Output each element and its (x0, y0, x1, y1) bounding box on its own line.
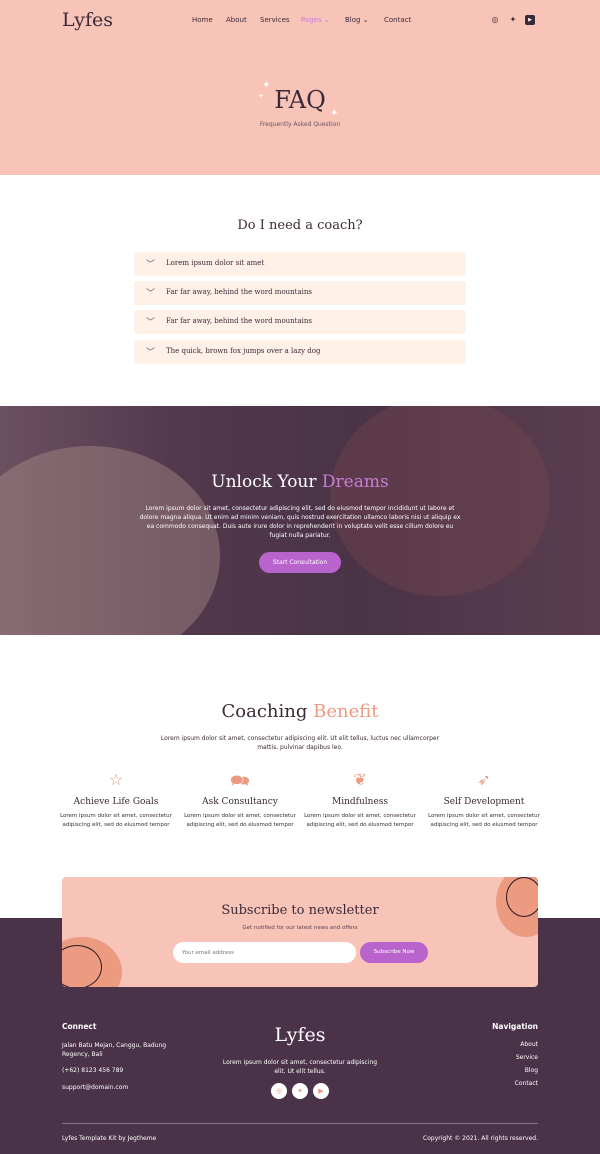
benefit-item-title: Ask Consultancy (202, 797, 278, 807)
chevron-down-icon: ﹀ (146, 348, 156, 358)
benefit-item-text: Lorem ipsum dolor sit amet, consectetur … (60, 813, 172, 828)
page-title: FAQ (274, 86, 326, 114)
faq-item[interactable]: ﹀ Lorem ipsum dolor sit amet (134, 252, 466, 276)
footer-divider (62, 1123, 538, 1124)
newsletter-card: Subscribe to newsletter Get notified for… (62, 877, 538, 987)
chevron-down-icon: ⌄ (362, 16, 369, 24)
instagram-icon[interactable]: ◎ (490, 15, 500, 25)
benefit-item-text: Lorem ipsum dolor sit amet, consectetur … (184, 813, 296, 828)
hero-title: Unlock Your Dreams (0, 472, 600, 492)
footer-about: Lorem ipsum dolor sit amet, consectetur … (222, 1059, 378, 1075)
instagram-icon[interactable]: ◎ (271, 1083, 287, 1099)
sparkle-icon: ✦ (330, 108, 339, 119)
chevron-down-icon: ⌄ (323, 16, 330, 24)
youtube-icon[interactable]: ▶ (313, 1083, 329, 1099)
footer-email[interactable]: support@domain.com (62, 1084, 128, 1091)
footer-nav-contact[interactable]: Contact (515, 1080, 538, 1087)
faq-item[interactable]: ﹀ The quick, brown fox jumps over a lazy … (134, 340, 466, 364)
nav-pages[interactable]: Pages ⌄ (301, 16, 330, 24)
benefit-item-text: Lorem ipsum dolor sit amet, consectetur … (304, 813, 416, 828)
subscribe-button[interactable]: Subscribe Now (360, 942, 428, 963)
youtube-icon[interactable]: ▶ (525, 15, 535, 25)
faq-heading: Do I need a coach? (237, 218, 363, 233)
footer-nav-service[interactable]: Service (516, 1054, 538, 1061)
nav-about[interactable]: About (226, 16, 247, 24)
benefit-item-title: Mindfulness (331, 797, 389, 807)
hero-title-highlight: Dreams (321, 472, 389, 492)
benefit-item: ☆ Achieve Life Goals Lorem ipsum dolor sit… (51, 770, 181, 830)
benefit-item: ➶ Self Development Lorem ipsum dolor sit a… (419, 770, 549, 830)
chevron-down-icon: ﹀ (146, 289, 156, 299)
footer-nav-about[interactable]: About (520, 1041, 538, 1048)
nav-contact[interactable]: Contact (384, 16, 411, 24)
newsletter-title: Subscribe to newsletter (221, 903, 379, 918)
benefit-title-main: Coaching (221, 701, 308, 722)
nav-blog[interactable]: Blog ⌄ (345, 16, 369, 24)
rocket-icon: ➶ (477, 770, 491, 789)
page-subtitle: Frequently Asked Question (259, 121, 341, 128)
sparkle-icon: ✦ (262, 80, 271, 91)
benefit-title: Coaching Benefit (0, 701, 600, 722)
benefit-title-highlight: Benefit (313, 701, 379, 722)
sparkle-icon: ✦ (258, 92, 264, 100)
hero-title-main: Unlock Your (211, 472, 317, 492)
footer-phone[interactable]: (+62) 8123 456 789 (62, 1067, 123, 1074)
footer-nav-blog[interactable]: Blog (525, 1067, 538, 1074)
hero-text: Lorem ipsum dolor sit amet, consectetur … (139, 505, 461, 539)
benefit-item-title: Self Development (443, 797, 525, 807)
faq-item-label: The quick, brown fox jumps over a lazy d… (166, 347, 321, 355)
nav-blog-label: Blog (345, 16, 361, 24)
faq-item[interactable]: ﹀ Far far away, behind the word mountains (134, 310, 466, 334)
footer-copyright: Copyright © 2021. All rights reserved. (423, 1135, 538, 1142)
nav-services[interactable]: Services (260, 16, 290, 24)
twitter-icon[interactable]: ✦ (508, 15, 518, 25)
benefit-item-title: Achieve Life Goals (73, 797, 159, 807)
footer-credit: Lyfes Template Kit by Jegtheme (62, 1135, 157, 1142)
faq-item-label: Far far away, behind the word mountains (166, 288, 313, 296)
chevron-down-icon: ﹀ (146, 318, 156, 328)
chevron-down-icon: ﹀ (146, 260, 156, 270)
benefit-text: Lorem ipsum dolor sit amet, consectetur … (160, 735, 440, 751)
twitter-icon[interactable]: ✦ (292, 1083, 308, 1099)
benefit-item-text: Lorem ipsum dolor sit amet, consectetur … (428, 813, 540, 828)
start-consultation-button[interactable]: Start Consultation (259, 552, 341, 573)
logo[interactable]: Lyfes (62, 9, 113, 31)
email-input[interactable] (173, 942, 356, 963)
benefit-item: ❦ Mindfulness Lorem ipsum dolor sit amet, … (295, 770, 425, 830)
faq-item-label: Lorem ipsum dolor sit amet (166, 259, 265, 267)
nav-home[interactable]: Home (192, 16, 213, 24)
faq-item-label: Far far away, behind the word mountains (166, 317, 313, 325)
faq-item[interactable]: ﹀ Far far away, behind the word mountains (134, 281, 466, 305)
newsletter-subtitle: Get notified for our latest news and off… (242, 925, 358, 931)
chat-icon: 🗪 (230, 771, 250, 790)
navigation-heading: Navigation (492, 1022, 538, 1031)
benefit-item: 🗪 Ask Consultancy Lorem ipsum dolor sit am… (175, 770, 305, 830)
nav-pages-label: Pages (301, 16, 322, 24)
star-icon: ☆ (108, 770, 124, 789)
leaf-icon: ❦ (353, 770, 367, 789)
